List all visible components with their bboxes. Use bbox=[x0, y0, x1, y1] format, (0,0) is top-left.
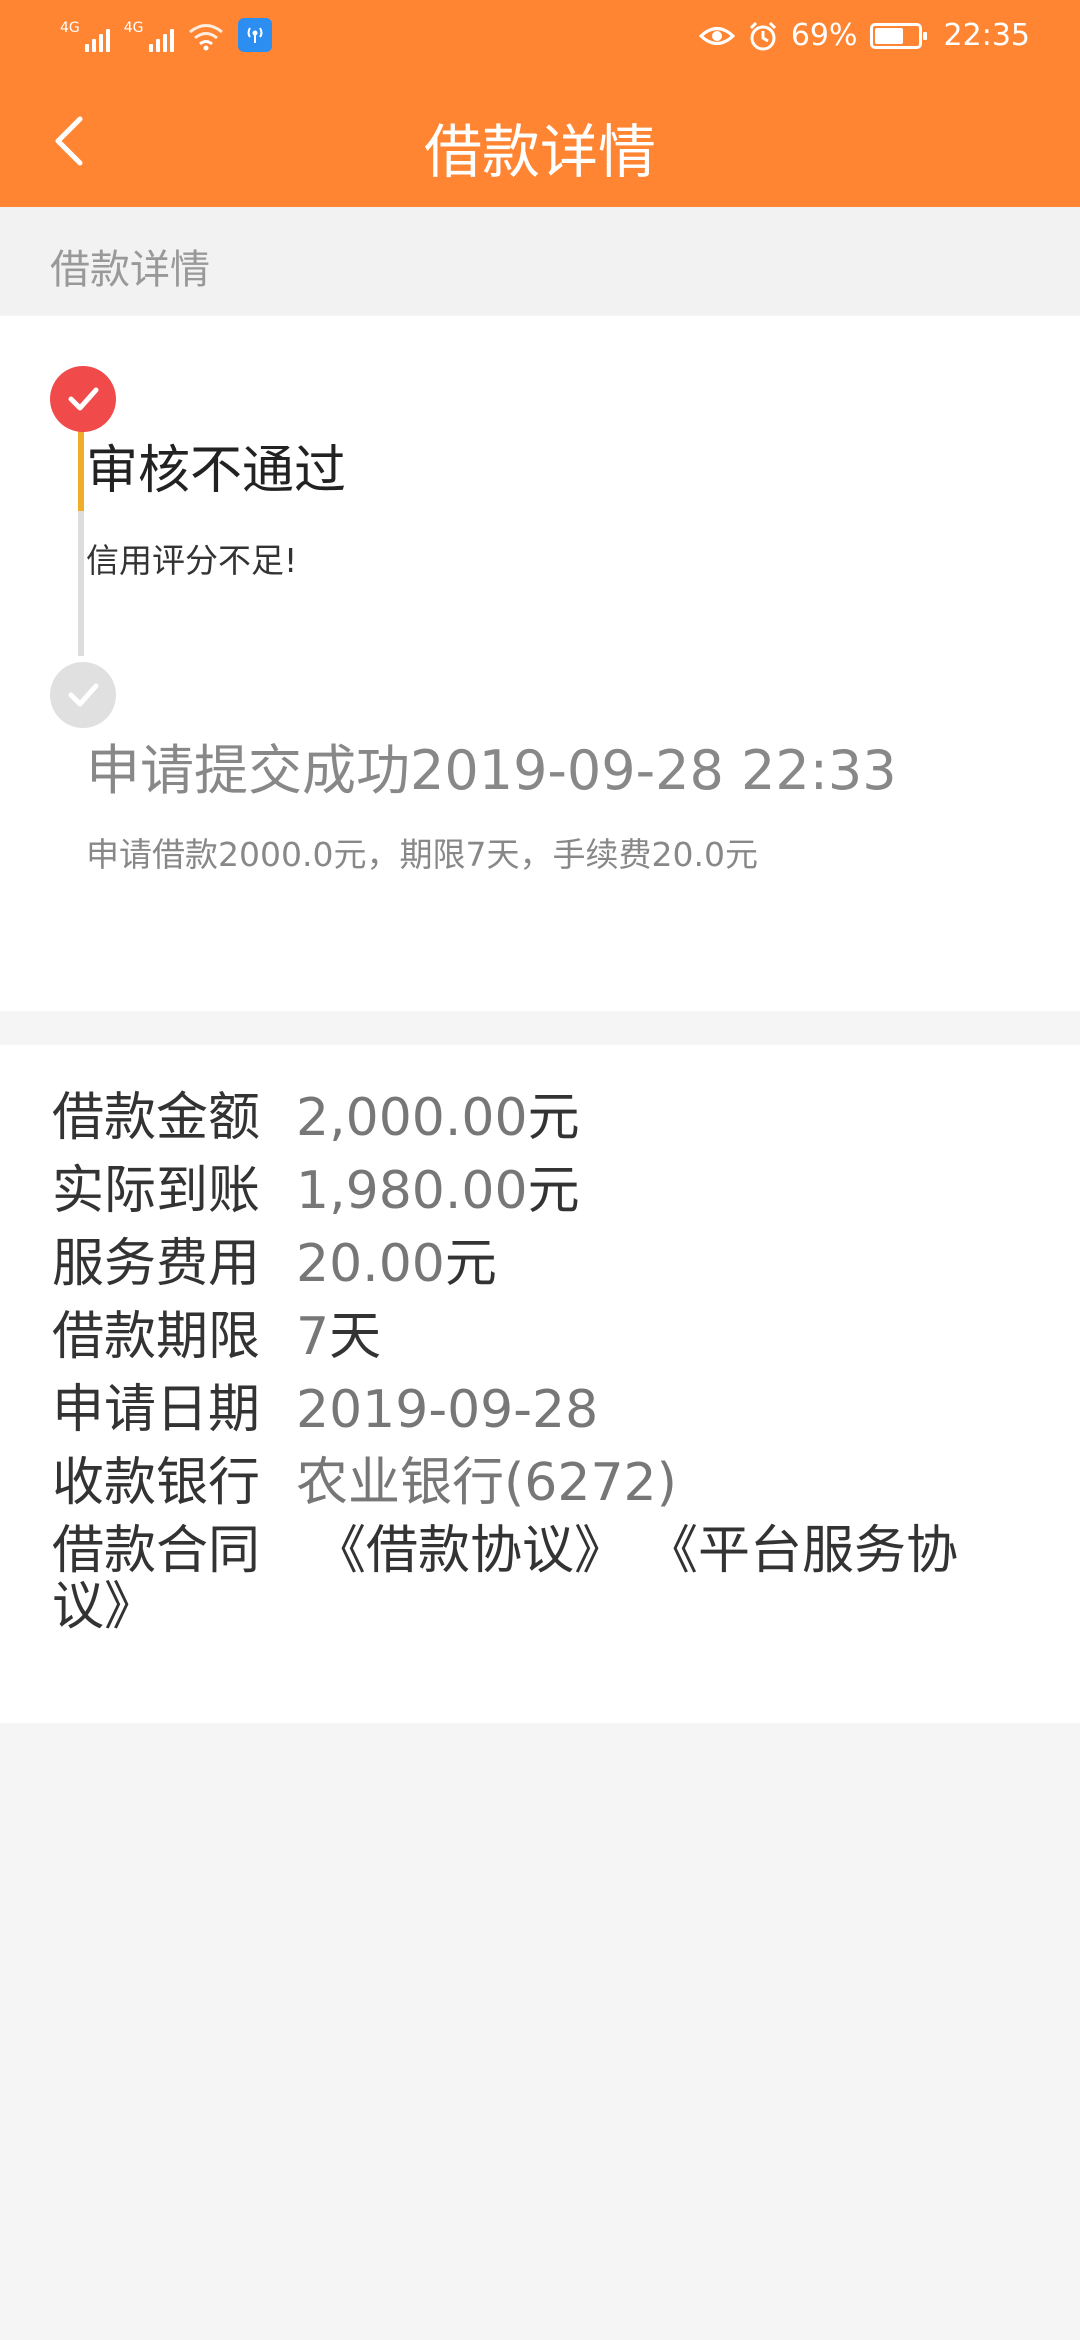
detail-label: 借款金额 bbox=[52, 1088, 261, 1148]
network-type: 4G bbox=[60, 20, 80, 36]
detail-value: 2,000.00 bbox=[296, 1088, 528, 1148]
detail-label: 申请日期 bbox=[52, 1380, 261, 1440]
detail-row-fee: 服务费用 20.00 元 bbox=[52, 1233, 497, 1295]
detail-unit: 元 bbox=[444, 1234, 497, 1294]
detail-label: 借款合同 bbox=[52, 1521, 261, 1581]
check-icon bbox=[50, 662, 116, 728]
detail-value: 20.00 bbox=[296, 1234, 445, 1294]
section-header: 借款详情 bbox=[0, 207, 1080, 315]
alarm-icon bbox=[749, 21, 776, 50]
check-icon bbox=[50, 366, 116, 432]
timeline-step-description: 申请借款2000.0元，期限7天，手续费20.0元 bbox=[86, 835, 758, 874]
detail-value: 2019-09-28 bbox=[296, 1380, 599, 1440]
detail-label: 实际到账 bbox=[52, 1161, 261, 1221]
timeline-step-title: 审核不通过 bbox=[86, 441, 347, 501]
detail-label: 借款期限 bbox=[52, 1307, 261, 1367]
signal-icon: 4G bbox=[124, 20, 174, 52]
detail-row-received: 实际到账 1,980.00 元 bbox=[52, 1160, 580, 1222]
detail-unit: 元 bbox=[527, 1161, 580, 1221]
detail-value: 农业银行(6272) bbox=[296, 1453, 677, 1513]
timeline-step-title: 申请提交成功2019-09-28 22:33 bbox=[86, 739, 897, 802]
detail-row-term: 借款期限 7 天 bbox=[52, 1306, 381, 1368]
loan-agreement-link[interactable]: 《借款协议》 bbox=[314, 1521, 626, 1581]
detail-row-amount: 借款金额 2,000.00 元 bbox=[52, 1087, 580, 1149]
loan-detail-card: 借款金额 2,000.00 元 实际到账 1,980.00 元 服务费用 20.… bbox=[0, 1045, 1080, 1723]
app-header: 4G 4G 69% 22:35 借款详情 bbox=[0, 0, 1080, 207]
hotspot-icon bbox=[237, 18, 272, 52]
timeline-card: 审核不通过 信用评分不足! 申请提交成功2019-09-28 22:33 申请借… bbox=[0, 316, 1080, 1011]
timeline-line bbox=[78, 511, 84, 656]
network-type: 4G bbox=[123, 20, 144, 36]
detail-row-contract: 借款合同 《借款协议》 《平台服务协议》 bbox=[52, 1523, 992, 1635]
section-header-label: 借款详情 bbox=[50, 247, 210, 293]
detail-label: 服务费用 bbox=[52, 1234, 261, 1294]
clock: 22:35 bbox=[943, 18, 1030, 53]
detail-value: 7 bbox=[296, 1307, 330, 1367]
timeline-step-description: 信用评分不足! bbox=[86, 541, 298, 580]
detail-row-bank: 收款银行 农业银行(6272) bbox=[52, 1452, 677, 1514]
signal-icon: 4G bbox=[60, 20, 110, 52]
wifi-icon bbox=[188, 24, 223, 51]
eye-icon bbox=[698, 26, 735, 45]
battery-percent: 69% bbox=[790, 18, 858, 53]
detail-row-date: 申请日期 2019-09-28 bbox=[52, 1379, 598, 1441]
page-title: 借款详情 bbox=[423, 118, 656, 186]
detail-unit: 元 bbox=[527, 1088, 580, 1148]
detail-unit: 天 bbox=[329, 1307, 382, 1367]
battery-icon bbox=[869, 22, 927, 49]
timeline-line-active bbox=[78, 431, 84, 511]
detail-value: 1,980.00 bbox=[296, 1161, 528, 1221]
detail-label: 收款银行 bbox=[52, 1453, 261, 1513]
status-bar: 4G 4G 69% 22:35 bbox=[0, 0, 1080, 75]
nav-bar: 借款详情 bbox=[0, 75, 1080, 207]
